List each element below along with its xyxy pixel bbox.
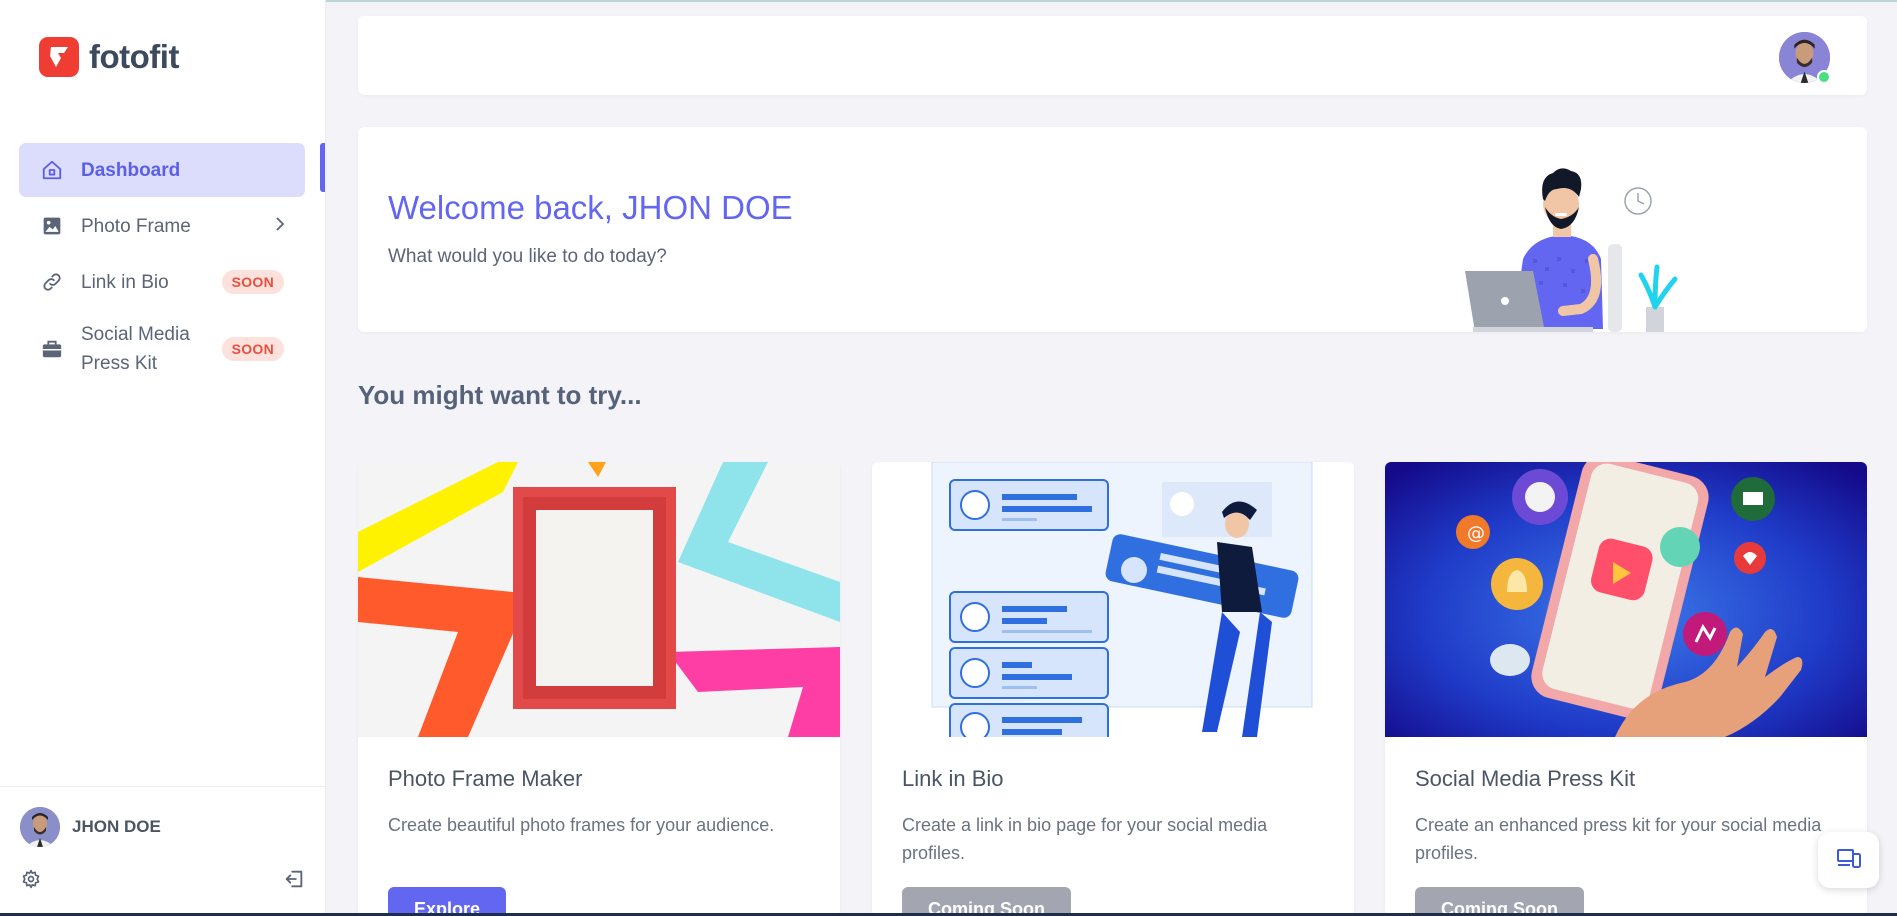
app-name: fotofit [89, 38, 179, 75]
chevron-right-icon [275, 216, 285, 236]
card-image [872, 462, 1354, 737]
image-icon [41, 215, 63, 237]
sidebar-item-label: Link in Bio [81, 271, 169, 293]
home-icon [41, 159, 63, 181]
logout-icon[interactable] [283, 868, 305, 895]
sidebar: fotofit Dashboard Photo Frame Link in Bi… [0, 0, 326, 916]
gear-icon[interactable] [21, 869, 41, 894]
card-image: @ [1385, 462, 1867, 737]
card-link-in-bio[interactable]: Link in Bio Create a link in bio page fo… [872, 462, 1354, 916]
sidebar-item-label: Photo Frame [81, 215, 191, 237]
sidebar-item-label: Social Media Press Kit [81, 324, 190, 374]
top-header [358, 16, 1867, 95]
card-title: Social Media Press Kit [1415, 766, 1636, 791]
sidebar-item-photo-frame[interactable]: Photo Frame [19, 199, 305, 253]
card-description: Create a link in bio page for your socia… [902, 815, 1268, 863]
sidebar-item-label: Dashboard [81, 159, 181, 181]
devices-icon [1836, 847, 1861, 874]
explore-button[interactable]: Explore [388, 887, 507, 916]
user-name: JHON DOE [72, 817, 161, 836]
welcome-banner: Welcome back, JHON DOE What would you li… [358, 127, 1867, 332]
card-photo-frame-maker[interactable]: Photo Frame Maker Create beautiful photo… [358, 462, 840, 916]
card-description: Create an enhanced press kit for your so… [1415, 815, 1822, 863]
welcome-title: Welcome back, JHON DOE [388, 189, 793, 226]
briefcase-icon [41, 338, 63, 360]
welcome-subtitle: What would you like to do today? [388, 246, 667, 267]
soon-badge: SOON [221, 337, 284, 361]
device-preview-button[interactable] [1818, 832, 1879, 888]
logo[interactable]: fotofit [39, 37, 179, 77]
coming-soon-button[interactable]: Coming Soon [902, 887, 1071, 916]
section-title: You might want to try... [358, 380, 642, 410]
card-title: Link in Bio [902, 766, 1004, 791]
sidebar-nav: Dashboard Photo Frame Link in Bio SOON S… [19, 143, 305, 389]
svg-text:@: @ [1467, 523, 1485, 544]
active-nav-indicator [320, 143, 325, 192]
card-title: Photo Frame Maker [388, 766, 583, 791]
sidebar-item-social-media-press-kit[interactable]: Social Media Press Kit SOON [19, 311, 305, 387]
link-icon [41, 271, 63, 293]
soon-badge: SOON [221, 270, 284, 294]
avatar [20, 807, 60, 847]
sidebar-footer: JHON DOE [0, 786, 326, 889]
coming-soon-button[interactable]: Coming Soon [1415, 887, 1584, 916]
sidebar-item-link-in-bio[interactable]: Link in Bio SOON [19, 255, 305, 309]
user-profile[interactable]: JHON DOE [20, 807, 161, 847]
logo-mark-icon [39, 37, 79, 77]
card-image [358, 462, 840, 737]
developer-illustration [1465, 168, 1678, 332]
card-social-media-press-kit[interactable]: @ Social Media Press Kit Create an enhan… [1385, 462, 1867, 916]
card-description: Create beautiful photo frames for your a… [388, 815, 775, 835]
sidebar-item-dashboard[interactable]: Dashboard [19, 143, 305, 197]
online-status-dot [1817, 70, 1831, 84]
